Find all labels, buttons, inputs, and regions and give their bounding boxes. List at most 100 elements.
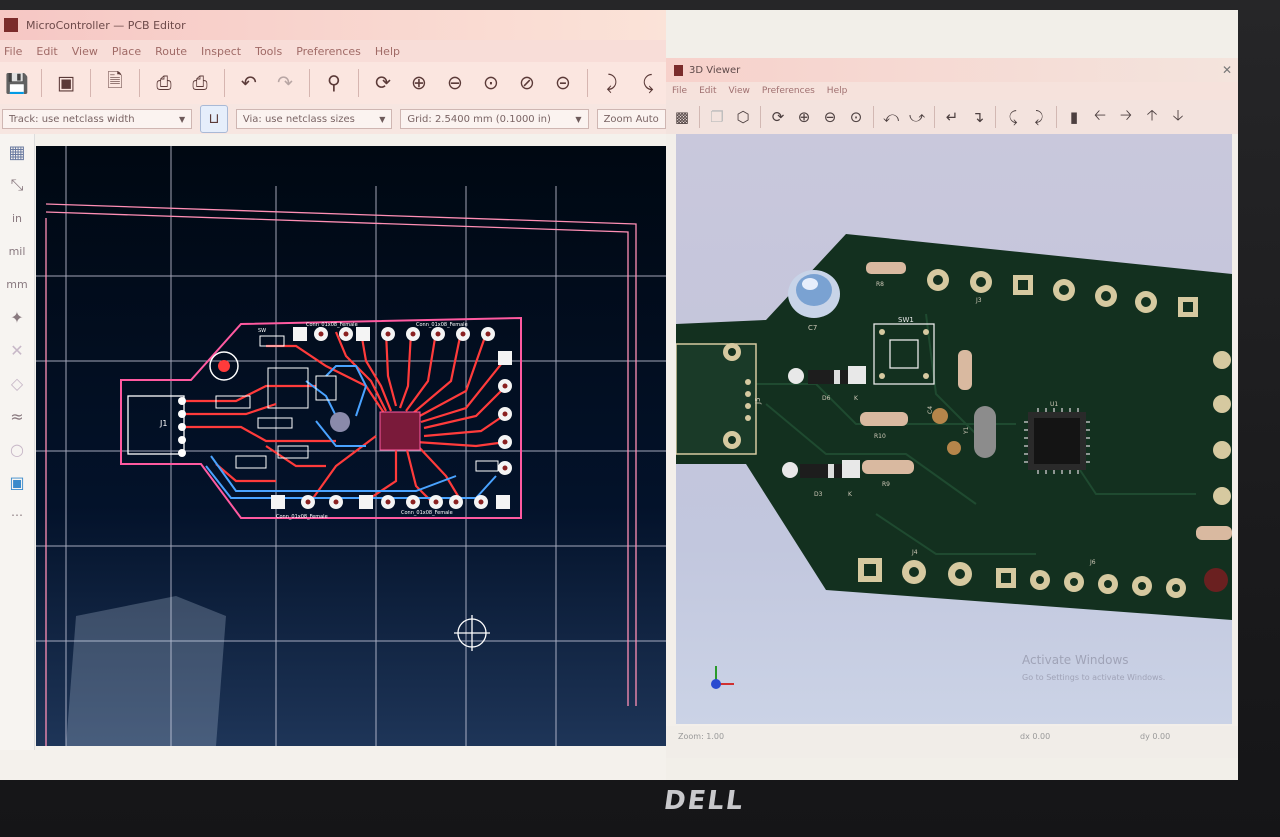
- label-top-conn-1: Conn_01x08_Female: [306, 322, 358, 328]
- menu-help[interactable]: Help: [375, 45, 400, 58]
- left-toolbar: ▦ ⤡ in mil mm ✦ ✕ ◇ ≈ ○ ▣ ⋯: [0, 134, 35, 780]
- sw1-label: SW1: [898, 316, 914, 324]
- redo-icon[interactable]: ↷: [270, 68, 300, 98]
- separator: [995, 106, 996, 128]
- rotate-y-icon[interactable]: ↵: [940, 105, 964, 129]
- viewer-menu-preferences[interactable]: Preferences: [762, 86, 815, 96]
- rotate-z-rev-icon[interactable]: ⤸: [1027, 105, 1051, 129]
- rotate-x-icon[interactable]: ⤺: [879, 105, 903, 129]
- track-mode-icon[interactable]: ≈: [2, 401, 32, 431]
- c4-label: C4: [927, 406, 934, 414]
- separator: [224, 69, 225, 97]
- auto-width-icon[interactable]: ⊔: [200, 105, 228, 133]
- viewer-menu-bar: File Edit View Preferences Help: [666, 82, 1238, 100]
- d6-label: D6: [822, 395, 831, 402]
- menu-tools[interactable]: Tools: [255, 45, 282, 58]
- zoom-fit-icon[interactable]: ⊙: [844, 105, 868, 129]
- via-size-value: Via: use netclass sizes: [242, 113, 355, 125]
- viewer-status-bar: Zoom: 1.00 dx 0.00 dy 0.00: [666, 726, 1238, 758]
- zoom-fit-icon[interactable]: ⊙: [476, 68, 506, 98]
- rotate-icon[interactable]: ⤹: [633, 68, 663, 98]
- pan-right-icon[interactable]: 🡢: [1114, 105, 1138, 129]
- via-size-select[interactable]: Via: use netclass sizes ▼: [235, 109, 393, 129]
- rotate-z-icon[interactable]: ⤹: [1001, 105, 1025, 129]
- new-page-icon[interactable]: 🗎: [100, 68, 130, 98]
- label-bottom-conn-2: Conn_01x08_Female: [401, 510, 453, 516]
- layers-icon[interactable]: ▣: [2, 467, 32, 497]
- save-icon[interactable]: 💾: [2, 68, 32, 98]
- plot-icon[interactable]: ⎙: [185, 68, 215, 98]
- menu-edit[interactable]: Edit: [36, 45, 57, 58]
- chevron-down-icon: ▼: [575, 114, 582, 124]
- flip-icon[interactable]: ▮: [1062, 105, 1086, 129]
- label-top-conn-2: Conn_01x08_Female: [416, 322, 468, 328]
- viewer-menu-help[interactable]: Help: [827, 86, 848, 96]
- j3-label: J3: [975, 297, 982, 304]
- flip-icon[interactable]: ⤸: [597, 68, 627, 98]
- zoom-selection-icon[interactable]: ⊝: [548, 68, 578, 98]
- viewer-menu-view[interactable]: View: [729, 86, 750, 96]
- viewer-window-title: 3D Viewer: [689, 64, 741, 76]
- rotate-x-rev-icon[interactable]: ⤻: [905, 105, 929, 129]
- undo-icon[interactable]: ↶: [234, 68, 264, 98]
- menu-preferences[interactable]: Preferences: [296, 45, 361, 58]
- menu-inspect[interactable]: Inspect: [201, 45, 241, 58]
- pcb-toolbar: 💾 ▣ 🗎 ⎙ ⎙ ↶ ↷ ⚲ ⟳ ⊕ ⊖ ⊙ ⊘ ⊝ ⤸ ⤹: [0, 62, 666, 104]
- grid-select[interactable]: Grid: 2.5400 mm (0.1000 in) ▼: [400, 109, 589, 129]
- units-mm-icon[interactable]: mm: [2, 269, 32, 299]
- zoom-objects-icon[interactable]: ⊘: [512, 68, 542, 98]
- close-icon[interactable]: ✕: [1222, 63, 1232, 77]
- find-icon[interactable]: ⚲: [319, 68, 349, 98]
- d3-label: D3: [814, 491, 823, 498]
- units-mil-icon[interactable]: mil: [2, 236, 32, 266]
- j1-label: J1: [159, 419, 167, 428]
- track-width-value: Track: use netclass width: [9, 113, 135, 125]
- y1-label: Y1: [963, 426, 970, 435]
- refresh-icon[interactable]: ⟳: [766, 105, 790, 129]
- cursor-icon[interactable]: ✦: [2, 302, 32, 332]
- units-in-icon[interactable]: in: [2, 203, 32, 233]
- board-setup-icon[interactable]: ▣: [51, 68, 81, 98]
- activate-windows-subtext: Go to Settings to activate Windows.: [1022, 673, 1165, 682]
- label-bottom-conn-1: Conn_01x08_Female: [276, 514, 328, 520]
- print-icon[interactable]: ⎙: [149, 68, 179, 98]
- separator: [139, 69, 140, 97]
- grid-toggle-icon[interactable]: ▦: [2, 137, 32, 167]
- pan-left-icon[interactable]: 🡠: [1088, 105, 1112, 129]
- pan-up-icon[interactable]: 🡡: [1140, 105, 1164, 129]
- refresh-icon[interactable]: ⟳: [368, 68, 398, 98]
- status-dx: dx 0.00: [1020, 732, 1051, 741]
- menu-file[interactable]: File: [4, 45, 22, 58]
- menu-place[interactable]: Place: [112, 45, 141, 58]
- render-icon[interactable]: ▩: [670, 105, 694, 129]
- menu-route[interactable]: Route: [155, 45, 187, 58]
- rotate-y-rev-icon[interactable]: ↴: [966, 105, 990, 129]
- cube-icon[interactable]: ⬡: [731, 105, 755, 129]
- pcb-canvas[interactable]: J1 SW Conn_01x08_Female Conn_01x08_Femal…: [36, 146, 666, 746]
- status-dy: dy 0.00: [1140, 732, 1171, 741]
- copy-icon[interactable]: ❐: [705, 105, 729, 129]
- ratsnest-icon[interactable]: ⤡: [2, 170, 32, 200]
- pcb-window-title: MicroController — PCB Editor: [26, 18, 186, 32]
- menu-view[interactable]: View: [72, 45, 98, 58]
- viewer-title-bar: 3D Viewer ✕: [666, 58, 1238, 82]
- zoom-in-icon[interactable]: ⊕: [404, 68, 434, 98]
- separator: [1056, 106, 1057, 128]
- dell-logo: DELL: [661, 786, 747, 816]
- laptop-bezel: MicroController — PCB Editor File Edit V…: [0, 0, 1280, 837]
- zoom-out-icon[interactable]: ⊖: [440, 68, 470, 98]
- r8-label: R8: [876, 281, 884, 288]
- pad-mode-icon[interactable]: ✕: [2, 335, 32, 365]
- pan-down-icon[interactable]: 🡣: [1166, 105, 1190, 129]
- via-mode-icon[interactable]: ◇: [2, 368, 32, 398]
- 3d-canvas[interactable]: J5 C7 R8 J3 SW1 D6 K R10 C4 Y1 R9 D3 K U…: [676, 134, 1232, 724]
- more-icon[interactable]: ⋯: [2, 500, 32, 530]
- zoom-out-icon[interactable]: ⊖: [818, 105, 842, 129]
- zoom-in-icon[interactable]: ⊕: [792, 105, 816, 129]
- track-width-select[interactable]: Track: use netclass width ▼: [2, 109, 193, 129]
- separator: [760, 106, 761, 128]
- zone-mode-icon[interactable]: ○: [2, 434, 32, 464]
- viewer-menu-edit[interactable]: Edit: [699, 86, 716, 96]
- viewer-menu-file[interactable]: File: [672, 86, 687, 96]
- zoom-select[interactable]: Zoom Auto: [596, 109, 666, 129]
